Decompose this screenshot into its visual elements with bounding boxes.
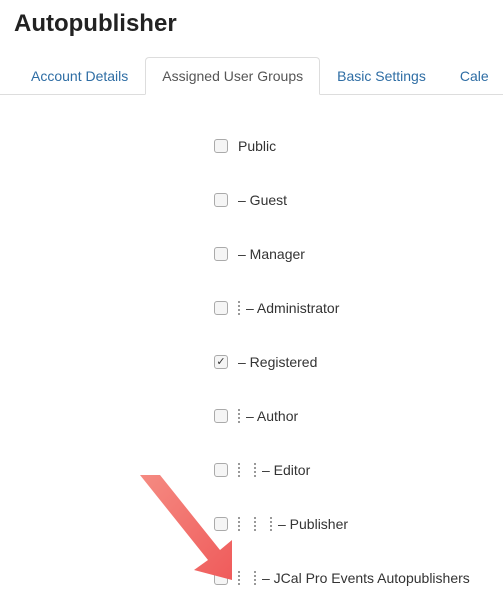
group-row: – Editor xyxy=(214,443,503,497)
group-checkbox[interactable] xyxy=(214,301,228,315)
group-label: – JCal Pro Events Autopublishers xyxy=(262,570,470,586)
tab-label: Account Details xyxy=(31,68,128,84)
group-row: Public xyxy=(214,119,503,173)
indent-mark-icon xyxy=(254,571,256,585)
group-label: – Editor xyxy=(262,462,310,478)
indent-mark-icon xyxy=(270,517,272,531)
group-checkbox[interactable] xyxy=(214,409,228,423)
group-checkbox[interactable] xyxy=(214,571,228,585)
tab-label: Cale xyxy=(460,68,489,84)
group-checkbox[interactable] xyxy=(214,139,228,153)
group-row: – JCal Pro Events Autopublishers xyxy=(214,551,503,605)
tab-label: Assigned User Groups xyxy=(162,68,303,84)
group-row: – Registered xyxy=(214,335,503,389)
group-checkbox[interactable] xyxy=(214,193,228,207)
indent-mark-icon xyxy=(238,463,240,477)
indent-mark-icon xyxy=(238,301,240,315)
tab-label: Basic Settings xyxy=(337,68,426,84)
group-label: – Administrator xyxy=(246,300,339,316)
indent-mark-icon xyxy=(238,409,240,423)
group-row: – Publisher xyxy=(214,497,503,551)
indent-mark-icon xyxy=(238,517,240,531)
tab-basic-settings[interactable]: Basic Settings xyxy=(320,57,443,95)
group-label: – Registered xyxy=(238,354,317,370)
indent-mark-icon xyxy=(254,463,256,477)
group-row: – Guest xyxy=(214,173,503,227)
group-row: – Manager xyxy=(214,227,503,281)
tab-account-details[interactable]: Account Details xyxy=(14,57,145,95)
group-label: – Publisher xyxy=(278,516,348,532)
indent-marks xyxy=(238,409,240,423)
group-label: Public xyxy=(238,138,276,154)
group-row: – Author xyxy=(214,389,503,443)
group-label: – Guest xyxy=(238,192,287,208)
group-row: – Administrator xyxy=(214,281,503,335)
indent-marks xyxy=(238,517,272,531)
group-checkbox[interactable] xyxy=(214,463,228,477)
group-label: – Author xyxy=(246,408,298,424)
indent-marks xyxy=(238,301,240,315)
indent-marks xyxy=(238,571,256,585)
tab-cale[interactable]: Cale xyxy=(443,57,503,95)
tab-assigned-user-groups[interactable]: Assigned User Groups xyxy=(145,57,320,95)
indent-marks xyxy=(238,463,256,477)
user-group-list: Public – Guest – Manager – Administrator – R… xyxy=(0,95,503,605)
group-label: – Manager xyxy=(238,246,305,262)
page-title: Autopublisher xyxy=(0,0,503,56)
group-checkbox[interactable] xyxy=(214,517,228,531)
group-checkbox[interactable] xyxy=(214,355,228,369)
group-checkbox[interactable] xyxy=(214,247,228,261)
indent-mark-icon xyxy=(254,517,256,531)
indent-mark-icon xyxy=(238,571,240,585)
tabs: Account Details Assigned User Groups Basic… xyxy=(0,56,503,95)
